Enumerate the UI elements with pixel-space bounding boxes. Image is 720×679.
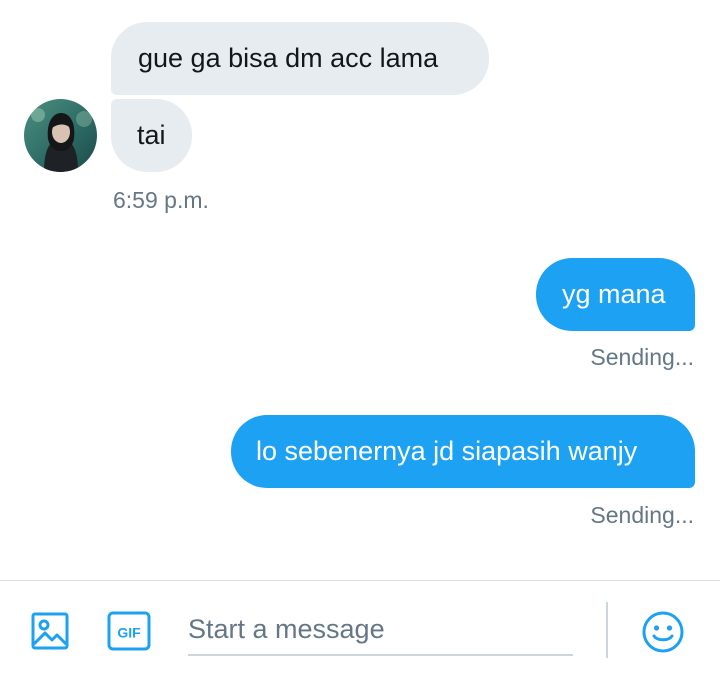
gif-label: GIF (117, 625, 141, 641)
add-photo-button[interactable] (28, 609, 72, 653)
image-icon (31, 612, 69, 650)
emoji-icon (642, 611, 684, 653)
incoming-message-bubble[interactable]: gue ga bisa dm acc lama (111, 22, 489, 95)
message-status: Sending... (590, 344, 694, 370)
composer-divider (0, 580, 720, 581)
message-input[interactable] (188, 604, 573, 656)
emoji-button[interactable] (640, 609, 686, 655)
composer-separator (606, 602, 608, 658)
outgoing-message-bubble[interactable]: lo sebenernya jd siapasih wanjy (231, 415, 695, 488)
add-gif-button[interactable]: GIF (106, 610, 152, 652)
message-status: Sending... (590, 502, 694, 528)
avatar[interactable] (24, 99, 97, 172)
message-text: tai (137, 120, 166, 150)
avatar-photo (24, 99, 97, 172)
message-text: gue ga bisa dm acc lama (138, 43, 439, 73)
message-text: lo sebenernya jd siapasih wanjy (256, 436, 638, 466)
incoming-message-bubble[interactable]: tai (111, 99, 192, 172)
message-timestamp: 6:59 p.m. (113, 187, 209, 213)
gif-icon: GIF (107, 611, 151, 651)
outgoing-message-bubble[interactable]: yg mana (536, 258, 695, 331)
message-text: yg mana (562, 279, 666, 309)
